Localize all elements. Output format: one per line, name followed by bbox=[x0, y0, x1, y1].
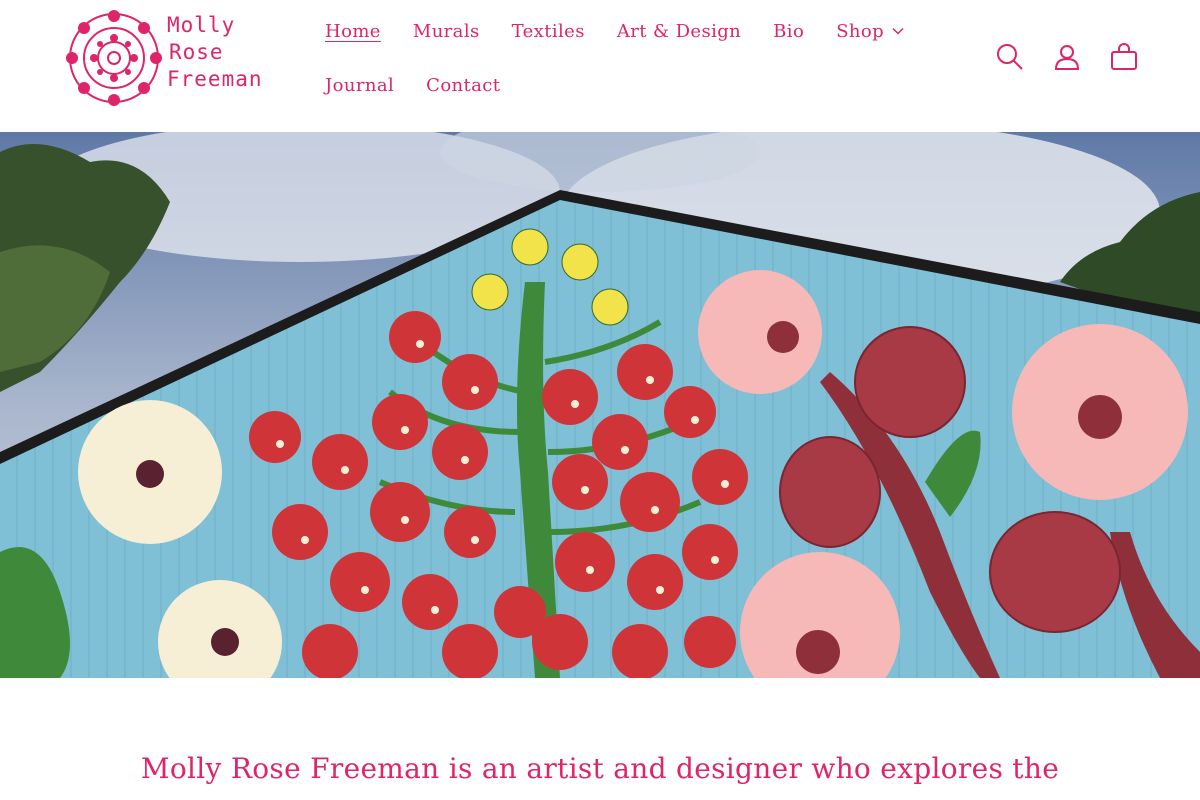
nav-item-textiles[interactable]: Textiles bbox=[496, 21, 601, 42]
nav-item-murals[interactable]: Murals bbox=[397, 21, 496, 42]
flower-mandala-icon bbox=[66, 10, 162, 106]
nav-row: Home Murals Textiles Art & Design Bio Sh… bbox=[309, 4, 929, 58]
chevron-down-icon bbox=[892, 27, 904, 35]
logo-line: Molly bbox=[167, 13, 236, 37]
site-header: Molly Rose Freeman Home Murals Textiles … bbox=[0, 0, 1200, 132]
nav-item-home[interactable]: Home bbox=[309, 21, 397, 42]
intro-text: Molly Rose Freeman is an artist and desi… bbox=[140, 752, 1060, 785]
hero-banner bbox=[0, 132, 1200, 678]
account-icon[interactable] bbox=[1053, 38, 1081, 76]
header-icons bbox=[996, 38, 1138, 76]
cart-icon[interactable] bbox=[1110, 38, 1138, 76]
nav-item-shop[interactable]: Shop bbox=[820, 21, 920, 42]
nav-item-art-design[interactable]: Art & Design bbox=[601, 21, 757, 42]
hero-mural-image bbox=[0, 132, 1200, 678]
logo-line: Rose bbox=[169, 40, 224, 64]
main-nav: Home Murals Textiles Art & Design Bio Sh… bbox=[309, 4, 929, 112]
nav-row: Journal Contact bbox=[309, 58, 929, 112]
search-icon[interactable] bbox=[996, 38, 1024, 76]
nav-item-shop-label: Shop bbox=[836, 20, 885, 42]
logo-line: Freeman bbox=[167, 67, 263, 91]
logo-wordmark: Molly Rose Freeman bbox=[167, 12, 263, 93]
site-logo[interactable]: Molly Rose Freeman bbox=[64, 10, 276, 106]
nav-item-journal[interactable]: Journal bbox=[309, 75, 410, 96]
nav-item-contact[interactable]: Contact bbox=[410, 75, 516, 96]
nav-item-bio[interactable]: Bio bbox=[757, 21, 820, 42]
